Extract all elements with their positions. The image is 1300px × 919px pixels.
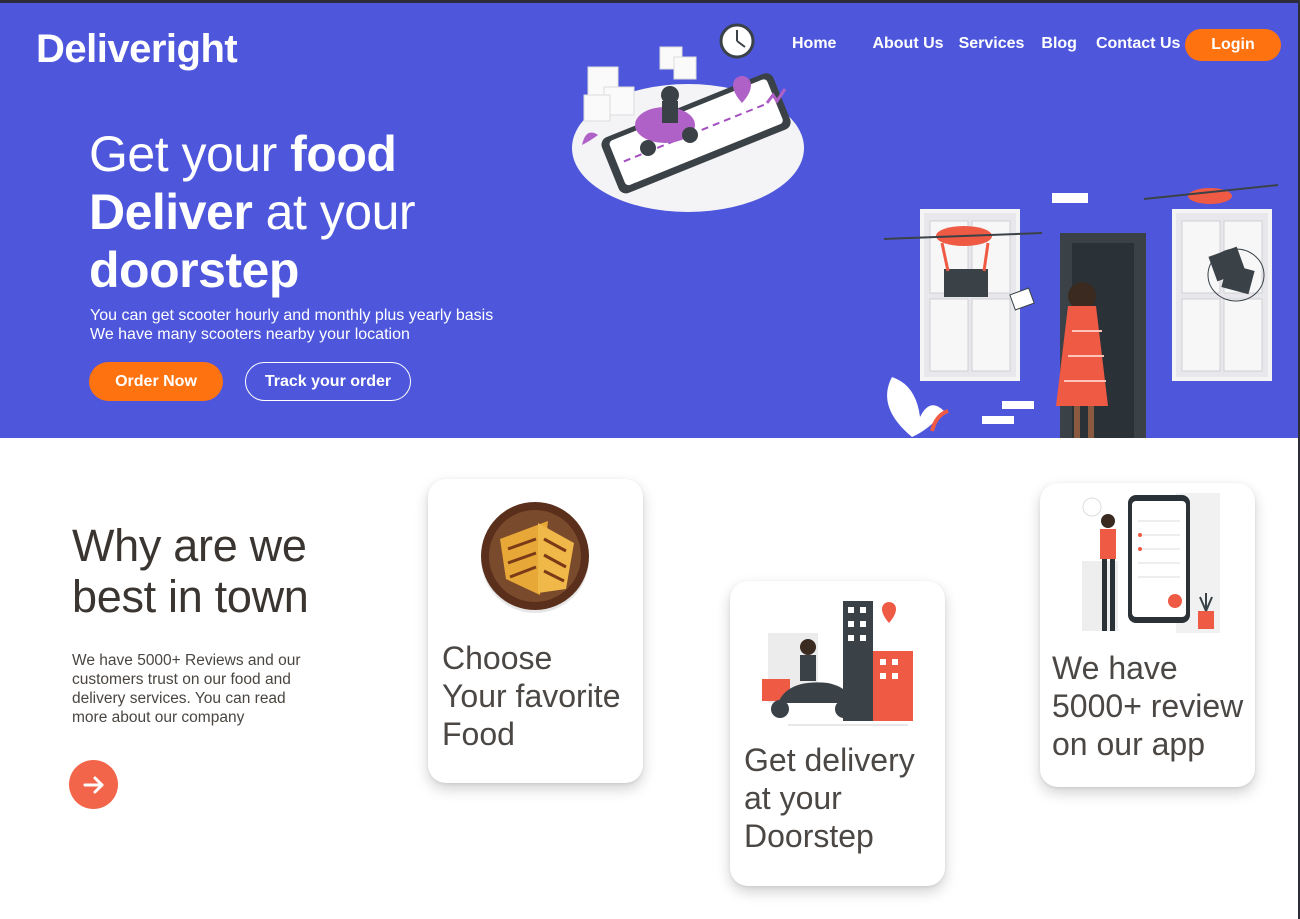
feature-card-reviews[interactable]: We have 5000+ review on our app xyxy=(1040,483,1255,787)
arrow-right-icon xyxy=(83,776,103,793)
hero-subtext-line2: We have many scooters nearby your locati… xyxy=(90,326,410,343)
why-title: Why are we best in town xyxy=(72,520,309,622)
order-now-button[interactable]: Order Now xyxy=(89,362,223,401)
nav-about-us[interactable]: About Us xyxy=(872,35,943,53)
scooter-delivery-image xyxy=(762,601,913,726)
headline-line3: doorstep xyxy=(89,242,299,298)
feature-card-delivery[interactable]: Get delivery at your Doorstep xyxy=(730,581,945,886)
main-nav: Home About Us Services Blog Contact Us xyxy=(792,35,1180,53)
login-button[interactable]: Login xyxy=(1185,29,1281,61)
drone-delivery-illustration xyxy=(883,184,1279,438)
hero-subtext-line1: You can get scooter hourly and monthly p… xyxy=(90,307,494,324)
food-plate-image xyxy=(481,502,589,613)
scooter-phone-illustration xyxy=(572,23,804,212)
track-order-button[interactable]: Track your order xyxy=(245,362,411,401)
nav-blog[interactable]: Blog xyxy=(1041,35,1077,53)
hero-headline: Get your food Deliver at your doorstep xyxy=(89,125,416,299)
nav-contact-us[interactable]: Contact Us xyxy=(1096,35,1180,53)
card-reviews-title: We have 5000+ review on our app xyxy=(1052,650,1244,762)
feature-card-food[interactable]: Choose Your favorite Food xyxy=(428,479,643,783)
arrow-right-button[interactable] xyxy=(69,760,118,809)
headline-line2: Deliver at your xyxy=(89,184,416,240)
hero-section: Deliveright Home About Us Services Blog … xyxy=(0,3,1298,438)
review-app-image xyxy=(1082,493,1220,633)
card-food-title: Choose Your favorite Food xyxy=(442,640,621,752)
headline-line1: Get your food xyxy=(89,126,397,182)
hero-subtext: You can get scooter hourly and monthly p… xyxy=(90,306,493,344)
nav-services[interactable]: Services xyxy=(959,35,1025,53)
why-description: We have 5000+ Reviews and our customers … xyxy=(72,652,301,726)
card-delivery-title: Get delivery at your Doorstep xyxy=(744,742,915,854)
brand-logo[interactable]: Deliveright xyxy=(36,27,238,72)
